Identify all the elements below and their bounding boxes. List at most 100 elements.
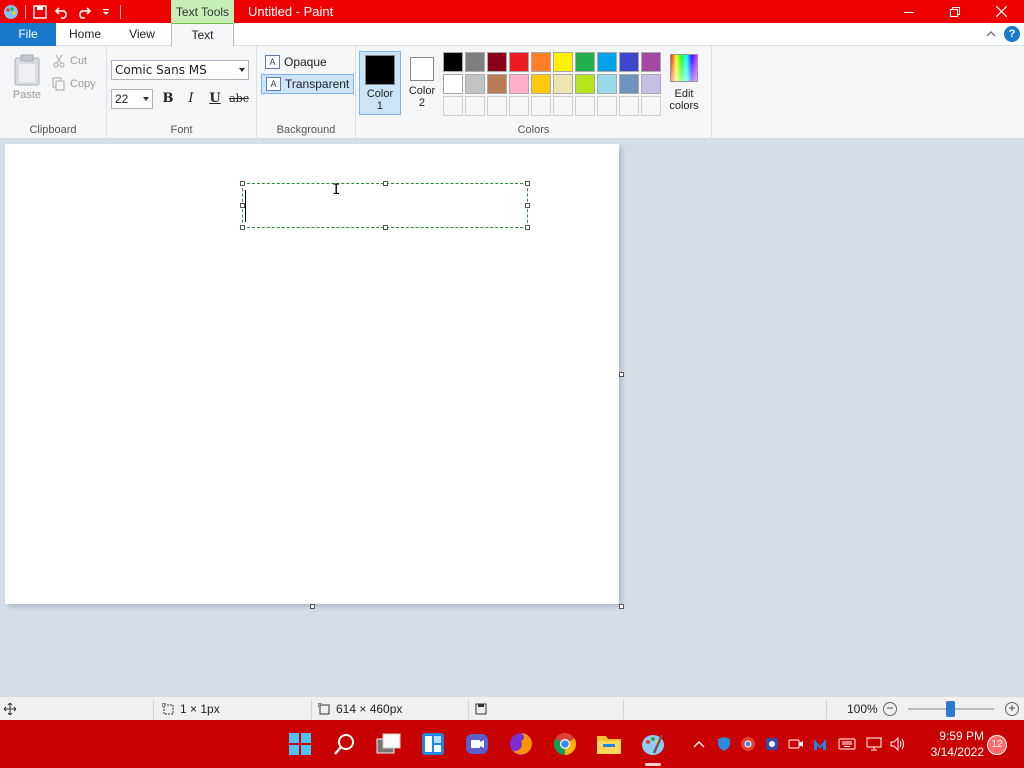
bold-button[interactable]: B xyxy=(158,89,178,109)
zoom-in-button[interactable]: + xyxy=(1005,702,1019,716)
palette-swatch[interactable] xyxy=(575,74,595,94)
minimize-button[interactable] xyxy=(886,0,932,23)
vpn-icon[interactable] xyxy=(764,736,780,752)
status-divider xyxy=(153,699,154,719)
volume-icon[interactable] xyxy=(890,737,906,751)
paste-button[interactable]: Paste xyxy=(8,54,46,101)
chrome-tray-icon[interactable] xyxy=(740,736,756,752)
palette-swatch[interactable] xyxy=(641,52,661,72)
firefox-button[interactable] xyxy=(507,730,535,758)
tab-text[interactable]: Text xyxy=(171,23,234,47)
canvas-workspace[interactable]: I xyxy=(0,139,1024,696)
custom-color-slot[interactable] xyxy=(465,96,485,116)
resize-handle[interactable] xyxy=(240,203,245,208)
palette-swatch[interactable] xyxy=(553,52,573,72)
undo-icon[interactable] xyxy=(51,0,73,23)
drawing-canvas[interactable]: I xyxy=(5,144,619,604)
camera-icon[interactable] xyxy=(788,736,804,752)
canvas-resize-handle-bottom[interactable] xyxy=(310,604,315,609)
palette-swatch[interactable] xyxy=(597,74,617,94)
resize-handle[interactable] xyxy=(525,225,530,230)
custom-color-slot[interactable] xyxy=(487,96,507,116)
search-button[interactable] xyxy=(331,730,359,758)
paint-app-icon[interactable] xyxy=(0,0,22,23)
palette-swatch[interactable] xyxy=(443,74,463,94)
text-tools-context-label: Text Tools xyxy=(171,0,234,23)
file-explorer-button[interactable] xyxy=(595,730,623,758)
canvas-size-icon xyxy=(318,703,330,715)
italic-button[interactable]: I xyxy=(181,89,201,109)
palette-swatch[interactable] xyxy=(619,52,639,72)
palette-swatch[interactable] xyxy=(487,52,507,72)
tab-file[interactable]: File xyxy=(0,23,56,46)
antivirus-icon[interactable] xyxy=(812,736,828,752)
paste-label: Paste xyxy=(12,89,42,101)
teams-chat-button[interactable] xyxy=(463,730,491,758)
copy-button[interactable]: Copy xyxy=(52,77,96,91)
resize-handle[interactable] xyxy=(240,181,245,186)
custom-color-slot[interactable] xyxy=(531,96,551,116)
widgets-button[interactable] xyxy=(419,730,447,758)
customize-qat-icon[interactable] xyxy=(95,0,117,23)
palette-swatch[interactable] xyxy=(575,52,595,72)
close-button[interactable] xyxy=(978,0,1024,23)
resize-handle[interactable] xyxy=(383,181,388,186)
notification-badge[interactable]: 12 xyxy=(987,735,1007,755)
resize-handle[interactable] xyxy=(240,225,245,230)
keyboard-icon[interactable] xyxy=(838,737,856,751)
font-family-dropdown[interactable]: Comic Sans MS xyxy=(111,60,249,80)
palette-swatch[interactable] xyxy=(531,74,551,94)
chrome-button[interactable] xyxy=(551,730,579,758)
palette-swatch[interactable] xyxy=(443,52,463,72)
color2-button[interactable]: Color 2 xyxy=(401,51,443,115)
redo-icon[interactable] xyxy=(73,0,95,23)
help-icon[interactable]: ? xyxy=(1004,26,1020,42)
restore-button[interactable] xyxy=(932,0,978,23)
underline-button[interactable]: U xyxy=(205,89,225,109)
zoom-out-button[interactable]: − xyxy=(883,702,897,716)
custom-color-slot[interactable] xyxy=(641,96,661,116)
resize-handle[interactable] xyxy=(383,225,388,230)
text-input-box[interactable] xyxy=(240,181,530,230)
tab-home[interactable]: Home xyxy=(58,23,112,46)
resize-handle[interactable] xyxy=(525,203,530,208)
transparent-button[interactable]: A Transparent xyxy=(261,74,355,94)
paint-taskbar-button[interactable] xyxy=(639,730,667,758)
canvas-resize-handle-corner[interactable] xyxy=(619,604,624,609)
palette-swatch[interactable] xyxy=(487,74,507,94)
opaque-button[interactable]: A Opaque xyxy=(261,52,331,72)
custom-color-slot[interactable] xyxy=(553,96,573,116)
display-icon[interactable] xyxy=(866,737,882,751)
cut-button[interactable]: Cut xyxy=(52,54,87,68)
palette-swatch[interactable] xyxy=(553,74,573,94)
palette-swatch[interactable] xyxy=(465,74,485,94)
font-size-dropdown[interactable]: 22 xyxy=(111,89,153,109)
zoom-slider-thumb[interactable] xyxy=(946,701,955,717)
security-shield-icon[interactable] xyxy=(716,736,732,752)
task-view-button[interactable] xyxy=(375,730,403,758)
custom-color-slot[interactable] xyxy=(509,96,529,116)
start-button[interactable] xyxy=(286,730,314,758)
resize-handle[interactable] xyxy=(525,181,530,186)
custom-color-slot[interactable] xyxy=(575,96,595,116)
taskbar-clock[interactable]: 9:59 PM 3/14/2022 xyxy=(920,728,984,760)
tab-view[interactable]: View xyxy=(116,23,168,46)
palette-swatch[interactable] xyxy=(531,52,551,72)
edit-colors-button[interactable]: Edit colors xyxy=(665,54,703,112)
palette-swatch[interactable] xyxy=(509,74,529,94)
palette-swatch[interactable] xyxy=(641,74,661,94)
collapse-ribbon-icon[interactable] xyxy=(986,30,996,38)
save-icon[interactable] xyxy=(29,0,51,23)
color1-button[interactable]: Color 1 xyxy=(359,51,401,115)
custom-color-slot[interactable] xyxy=(443,96,463,116)
canvas-resize-handle-right[interactable] xyxy=(619,372,624,377)
strikethrough-button[interactable]: abc xyxy=(228,89,250,109)
custom-color-slot[interactable] xyxy=(597,96,617,116)
palette-swatch[interactable] xyxy=(619,74,639,94)
transparent-icon: A xyxy=(266,77,281,91)
palette-swatch[interactable] xyxy=(597,52,617,72)
palette-swatch[interactable] xyxy=(509,52,529,72)
custom-color-slot[interactable] xyxy=(619,96,639,116)
chevron-up-icon[interactable] xyxy=(692,738,706,750)
palette-swatch[interactable] xyxy=(465,52,485,72)
